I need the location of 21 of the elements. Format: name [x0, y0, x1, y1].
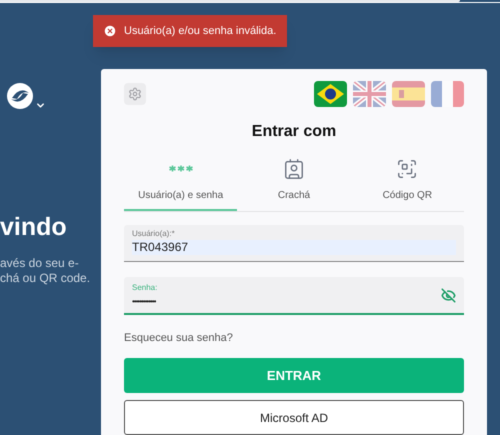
- microsoft-ad-button[interactable]: Microsoft AD: [124, 400, 464, 435]
- settings-button[interactable]: [124, 82, 146, 104]
- gear-icon: [128, 86, 142, 100]
- login-method-tab[interactable]: Crachá: [237, 158, 351, 210]
- welcome-title: vindo: [0, 214, 68, 240]
- qr-code-icon: [396, 158, 418, 180]
- welcome-text: chá ou QR code.: [0, 270, 92, 286]
- forgot-password-link[interactable]: Esqueceu sua senha?: [124, 330, 233, 346]
- welcome-text: avés do seu e-: [0, 256, 80, 270]
- username-field[interactable]: Usuário(a):* TR043967: [124, 224, 464, 262]
- login-title: Entrar com: [252, 122, 336, 142]
- login-method-tab[interactable]: Usuário(a) e senha: [124, 158, 238, 210]
- password-field[interactable]: Senha: •••••••••••••: [124, 276, 464, 314]
- id-badge-icon: [282, 158, 305, 180]
- login-method-tab[interactable]: Código QR: [350, 158, 464, 210]
- toast-message: Usuário(a) e/ou senha inválida.: [124, 24, 276, 39]
- logo-icon: [5, 80, 35, 110]
- asterisks-icon: [168, 165, 193, 172]
- error-icon: [103, 24, 117, 38]
- hide-password-icon[interactable]: [441, 288, 456, 302]
- language-flag[interactable]: [314, 80, 347, 106]
